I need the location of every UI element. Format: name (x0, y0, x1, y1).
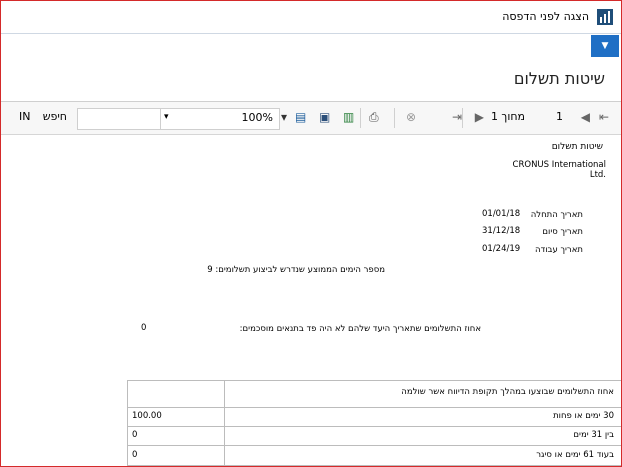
late-percentage-value: 0 (141, 323, 147, 333)
zoom-value: 100% (241, 111, 273, 124)
search-input[interactable] (77, 108, 161, 130)
first-page-icon[interactable]: ⇤ (599, 110, 609, 124)
current-page-input[interactable]: 1 (545, 110, 563, 123)
row-value: 100.00 (132, 411, 162, 421)
zoom-select[interactable]: 100% ▾ (158, 108, 280, 130)
start-date-value: 01/01/18 (482, 209, 521, 219)
page-setup-icon[interactable]: ▣ (319, 110, 330, 124)
page-title: שיטות תשלום (513, 69, 605, 88)
find-next-button[interactable]: IN (19, 110, 33, 123)
next-page-icon[interactable]: ▶ (475, 110, 484, 124)
table-header: אחוז התשלומים שבוצעו במהלך תקופת הדיווח … (401, 387, 614, 397)
layout-icon[interactable]: ▥ (343, 110, 354, 124)
late-percentage-text: אחוז התשלומים שתאריך היעד שלהם לא היה פד… (239, 324, 481, 334)
last-page-icon[interactable]: ⇥ (452, 110, 462, 124)
table-row: 30 ימים או פחות 100.00 (128, 408, 621, 427)
row-value: 0 (132, 430, 138, 440)
work-date-value: 01/24/19 (482, 244, 521, 254)
report-content: שיטות תשלום CRONUS International Ltd. תא… (1, 135, 621, 466)
application-window: הצגה לפני הדפסה ▼ שיטות תשלום ⇤ ◀ 1 מחוך… (0, 0, 622, 467)
end-date-value: 31/12/18 (482, 226, 521, 236)
page-count-label: מחוך 1 (490, 110, 525, 123)
previous-page-icon[interactable]: ◀ (581, 110, 590, 124)
row-label: בעוד 61 ימים או סיגר (536, 450, 614, 460)
export-icon[interactable]: ▤ (295, 110, 306, 124)
table-header-row: אחוז התשלומים שבוצעו במהלך תקופת הדיווח … (128, 381, 621, 408)
title-bar: הצגה לפני הדפסה (1, 1, 621, 33)
stop-icon[interactable]: ⊗ (406, 110, 416, 124)
end-date-label: תאריך סיום (542, 227, 583, 237)
chevron-down-icon[interactable]: ▼ (591, 35, 619, 57)
work-date-label: תאריך עבודה (535, 245, 583, 255)
top-action-band: ▼ (1, 33, 621, 58)
average-days-text: מספר הימים הממוצע שנדרש לביצוע תשלומים: … (207, 265, 385, 275)
chevron-down-icon: ▾ (164, 112, 169, 122)
window-title: הצגה לפני הדפסה (502, 10, 589, 23)
company-name: CRONUS International Ltd. (512, 160, 606, 180)
row-value: 0 (132, 450, 138, 460)
app-logo-icon (597, 9, 613, 25)
print-icon[interactable]: ⎙ (369, 110, 379, 125)
export-dropdown-icon[interactable]: ▾ (281, 110, 287, 124)
table-row: בעוד 61 ימים או סיגר 0 (128, 446, 621, 466)
report-viewer: ⇤ ◀ 1 מחוך 1 ▶ ⇥ ⊗ ⎙ ▥ ▣ ▤ ▾ 100% ▾ חיפש… (1, 101, 621, 466)
row-label: בין 31 ימים (573, 430, 614, 440)
search-button[interactable]: חיפש (41, 110, 67, 123)
report-title: שיטות תשלום (551, 142, 603, 152)
table-row: בין 31 ימים 0 (128, 427, 621, 446)
report-toolbar: ⇤ ◀ 1 מחוך 1 ▶ ⇥ ⊗ ⎙ ▥ ▣ ▤ ▾ 100% ▾ חיפש… (1, 102, 621, 135)
row-label: 30 ימים או פחות (553, 411, 614, 421)
payments-table: אחוז התשלומים שבוצעו במהלך תקופת הדיווח … (127, 380, 621, 466)
start-date-label: תאריך התחלה (530, 210, 583, 220)
